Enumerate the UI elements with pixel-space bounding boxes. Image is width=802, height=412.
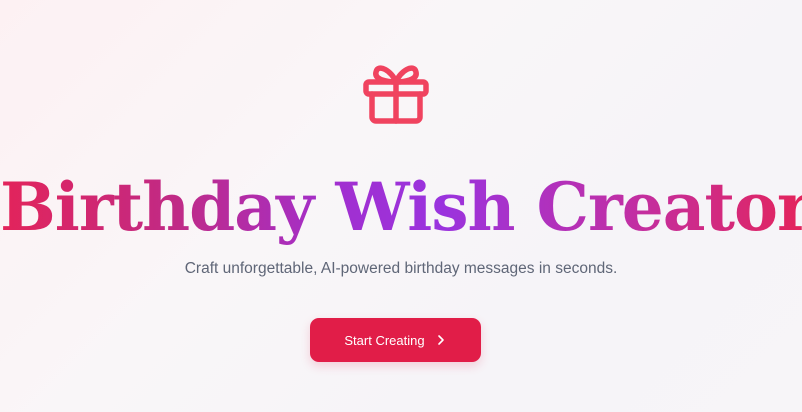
- page-title: Birthday Wish Creator: [0, 168, 802, 246]
- hero-section: Birthday Wish Creator Craft unforgettabl…: [0, 0, 802, 412]
- start-creating-label: Start Creating: [344, 332, 425, 348]
- chevron-right-icon: [435, 334, 447, 346]
- start-creating-button[interactable]: Start Creating: [310, 318, 481, 362]
- page-subtitle: Craft unforgettable, AI-powered birthday…: [184, 260, 618, 277]
- gift-icon: [362, 59, 430, 127]
